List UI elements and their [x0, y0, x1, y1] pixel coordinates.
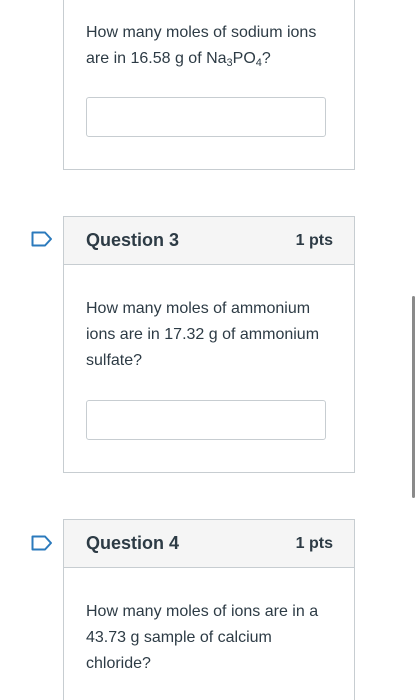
question-title: Question 4	[86, 533, 180, 553]
question-header: Question 3 1 pts	[64, 217, 354, 265]
question-text-part: PO	[232, 50, 256, 67]
question-text-part: How many moles of sodium ions are in 16.…	[86, 24, 317, 67]
flag-question-icon[interactable]	[31, 535, 53, 551]
answer-input[interactable]	[86, 97, 326, 137]
scrollbar[interactable]	[412, 296, 415, 498]
question-text: How many moles of sodium ions are in 16.…	[64, 0, 354, 72]
question-text: How many moles of ammonium ions are in 1…	[86, 300, 320, 369]
question-card-2: How many moles of sodium ions are in 16.…	[63, 0, 355, 170]
quiz-page: How many moles of sodium ions are in 16.…	[0, 0, 420, 700]
question-header: Question 4 1 pts	[64, 520, 354, 568]
question-title: Question 3	[86, 230, 180, 250]
question-text: How many moles of ions are in a 43.73 g …	[86, 603, 319, 672]
question-points: 1 pts	[295, 231, 333, 249]
question-card-3: Question 3 1 pts How many moles of ammon…	[63, 216, 355, 473]
question-card-4: Question 4 1 pts How many moles of ions …	[63, 519, 355, 700]
answer-input[interactable]	[86, 400, 326, 440]
question-points: 1 pts	[295, 534, 333, 552]
question-text-part: ?	[261, 50, 271, 67]
flag-question-icon[interactable]	[31, 231, 53, 247]
